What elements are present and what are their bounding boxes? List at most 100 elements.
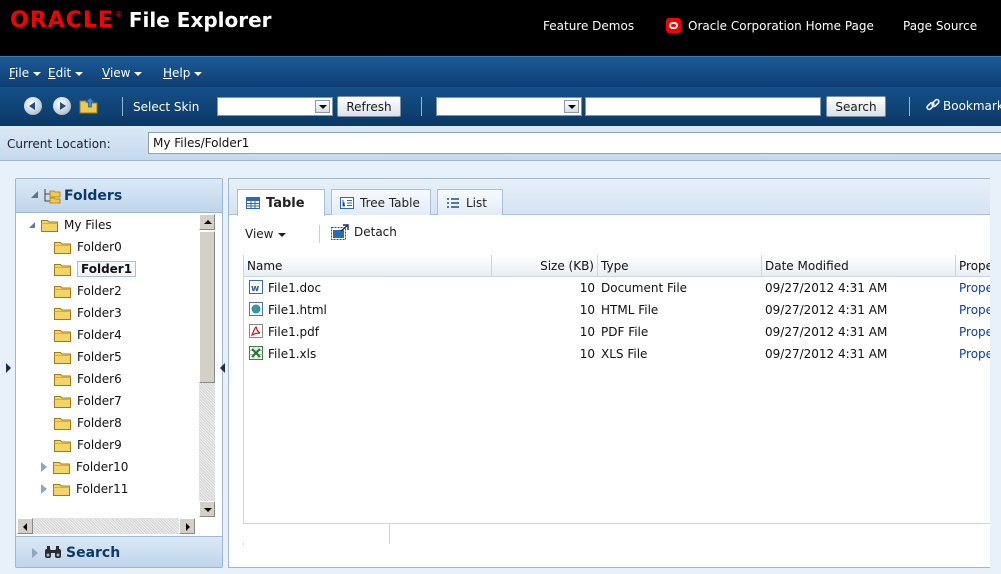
folder-icon <box>53 461 70 474</box>
bookmark-link-icon[interactable] <box>925 97 941 113</box>
table-row[interactable]: File1.xls 10 XLS File 09/27/2012 4:31 AM… <box>244 343 1001 365</box>
column-header-date-modified[interactable]: Date Modified <box>762 255 956 277</box>
column-divider <box>389 524 390 544</box>
table-row[interactable]: w File1.doc 10 Document File 09/27/2012 4… <box>244 277 1001 299</box>
tree-node-label: Folder7 <box>77 394 122 408</box>
dropdown-arrow-icon[interactable] <box>315 100 330 113</box>
navigator-panel: Folders My Files Folder0 Folder1 Folder2 <box>15 178 223 568</box>
folder-icon <box>54 417 71 430</box>
menu-file-label: File <box>9 66 30 80</box>
file-name: File1.pdf <box>268 325 319 339</box>
bookmark-link[interactable]: Bookmark <box>943 99 1001 113</box>
chevron-down-icon <box>278 232 287 237</box>
folders-accordion-header[interactable]: Folders <box>16 179 222 213</box>
file-name-cell[interactable]: File1.html <box>244 299 492 321</box>
collapsed-triangle-icon[interactable] <box>41 462 47 472</box>
tree-node-folder6[interactable]: Folder6 <box>16 368 222 390</box>
scroll-up-icon[interactable] <box>199 214 215 230</box>
tree-node-folder7[interactable]: Folder7 <box>16 390 222 412</box>
chevron-down-icon <box>194 71 203 76</box>
collapse-splitter-icon[interactable] <box>220 363 225 373</box>
tree-node-label: Folder5 <box>77 350 122 364</box>
tree-node-label: Folder6 <box>77 372 122 386</box>
back-button[interactable] <box>24 97 42 115</box>
tab-list-label: List <box>466 195 487 210</box>
select-skin-label: Select Skin <box>133 100 200 114</box>
page-edge <box>990 161 1001 574</box>
table-row[interactable]: File1.html 10 HTML File 09/27/2012 4:31 … <box>244 299 1001 321</box>
tree-horizontal-scrollbar[interactable] <box>16 517 198 535</box>
tree-vertical-scrollbar[interactable] <box>198 214 216 519</box>
file-name-cell[interactable]: w File1.doc <box>244 277 492 299</box>
tree-node-folder5[interactable]: Folder5 <box>16 346 222 368</box>
search-accordion-header[interactable]: Search <box>16 536 222 567</box>
page-source-link[interactable]: Page Source <box>903 19 977 33</box>
menu-file[interactable]: File <box>9 66 42 80</box>
tree-node-my-files[interactable]: My Files <box>16 214 222 236</box>
collapsed-triangle-icon[interactable] <box>41 484 47 494</box>
collapsed-triangle-icon[interactable] <box>32 548 38 558</box>
tree-node-folder1[interactable]: Folder1 <box>16 258 222 280</box>
chevron-down-icon <box>75 71 84 76</box>
search-button[interactable]: Search <box>826 96 886 117</box>
current-location-field[interactable]: My Files/Folder1 <box>148 132 1001 154</box>
list-icon <box>446 197 460 209</box>
tree-node-folder3[interactable]: Folder3 <box>16 302 222 324</box>
scroll-right-icon[interactable] <box>179 518 195 534</box>
search-input[interactable] <box>585 97 821 116</box>
tab-tree-table-label: Tree Table <box>360 195 420 210</box>
scroll-thumb[interactable] <box>199 231 215 383</box>
tab-tree-table[interactable]: Tree Table <box>331 189 431 215</box>
forward-button[interactable] <box>53 97 71 115</box>
tab-table[interactable]: Table <box>237 189 325 216</box>
dropdown-arrow-icon[interactable] <box>564 100 579 113</box>
tree-node-label: Folder8 <box>77 416 122 430</box>
scroll-left-icon[interactable] <box>17 518 33 534</box>
folder-icon <box>54 439 71 452</box>
file-name-cell[interactable]: File1.xls <box>244 343 492 365</box>
tree-node-folder10[interactable]: Folder10 <box>16 456 222 478</box>
date-modified-cell: 09/27/2012 4:31 AM <box>765 281 888 295</box>
scroll-track[interactable] <box>33 518 179 534</box>
refresh-button[interactable]: Refresh <box>337 96 401 117</box>
current-location-label: Current Location: <box>7 137 111 151</box>
oracle-home-icon[interactable] <box>666 18 681 33</box>
menu-view[interactable]: View <box>102 66 143 80</box>
folder-icon <box>54 395 71 408</box>
scroll-down-icon[interactable] <box>199 501 215 517</box>
view-menu[interactable]: View <box>243 225 288 243</box>
expanded-triangle-icon[interactable] <box>31 191 38 198</box>
column-header-type[interactable]: Type <box>598 255 762 277</box>
word-doc-icon: w <box>249 279 263 294</box>
table-row[interactable]: File1.pdf 10 PDF File 09/27/2012 4:31 AM… <box>244 321 1001 343</box>
expand-left-icon[interactable] <box>6 363 11 373</box>
column-header-name[interactable]: Name <box>244 255 492 277</box>
table-toolbar: View Detach <box>243 222 993 248</box>
detach-icon[interactable] <box>331 224 350 241</box>
tab-list[interactable]: List <box>437 189 503 215</box>
feature-demos-link[interactable]: Feature Demos <box>543 19 634 33</box>
search-scope-select[interactable] <box>436 97 582 116</box>
oracle-home-link[interactable]: Oracle Corporation Home Page <box>688 19 874 33</box>
tree-node-folder2[interactable]: Folder2 <box>16 280 222 302</box>
toolbar: Select Skin Refresh Search Bookmark <box>0 87 1001 126</box>
file-name-cell[interactable]: File1.pdf <box>244 321 492 343</box>
detach-button[interactable]: Detach <box>354 225 397 239</box>
tree-node-folder8[interactable]: Folder8 <box>16 412 222 434</box>
date-modified-cell: 09/27/2012 4:31 AM <box>765 325 888 339</box>
tree-node-folder4[interactable]: Folder4 <box>16 324 222 346</box>
tree-node-folder11[interactable]: Folder11 <box>16 478 222 500</box>
tree-node-folder0[interactable]: Folder0 <box>16 236 222 258</box>
menu-help[interactable]: Help <box>163 66 203 80</box>
file-name: File1.doc <box>268 281 322 295</box>
menu-edit[interactable]: Edit <box>48 66 84 80</box>
search-panel-title: Search <box>66 545 121 561</box>
tree-node-folder9[interactable]: Folder9 <box>16 434 222 456</box>
skin-select[interactable] <box>217 97 333 116</box>
tree-node-label: Folder11 <box>76 482 129 496</box>
table-header-row: Name Size (KB) Type Date Modified Proper… <box>244 255 1001 277</box>
folder-up-icon[interactable] <box>79 96 99 114</box>
expanded-triangle-icon[interactable] <box>29 222 35 228</box>
column-header-size[interactable]: Size (KB) <box>492 255 598 277</box>
tree-node-label: Folder2 <box>77 284 122 298</box>
